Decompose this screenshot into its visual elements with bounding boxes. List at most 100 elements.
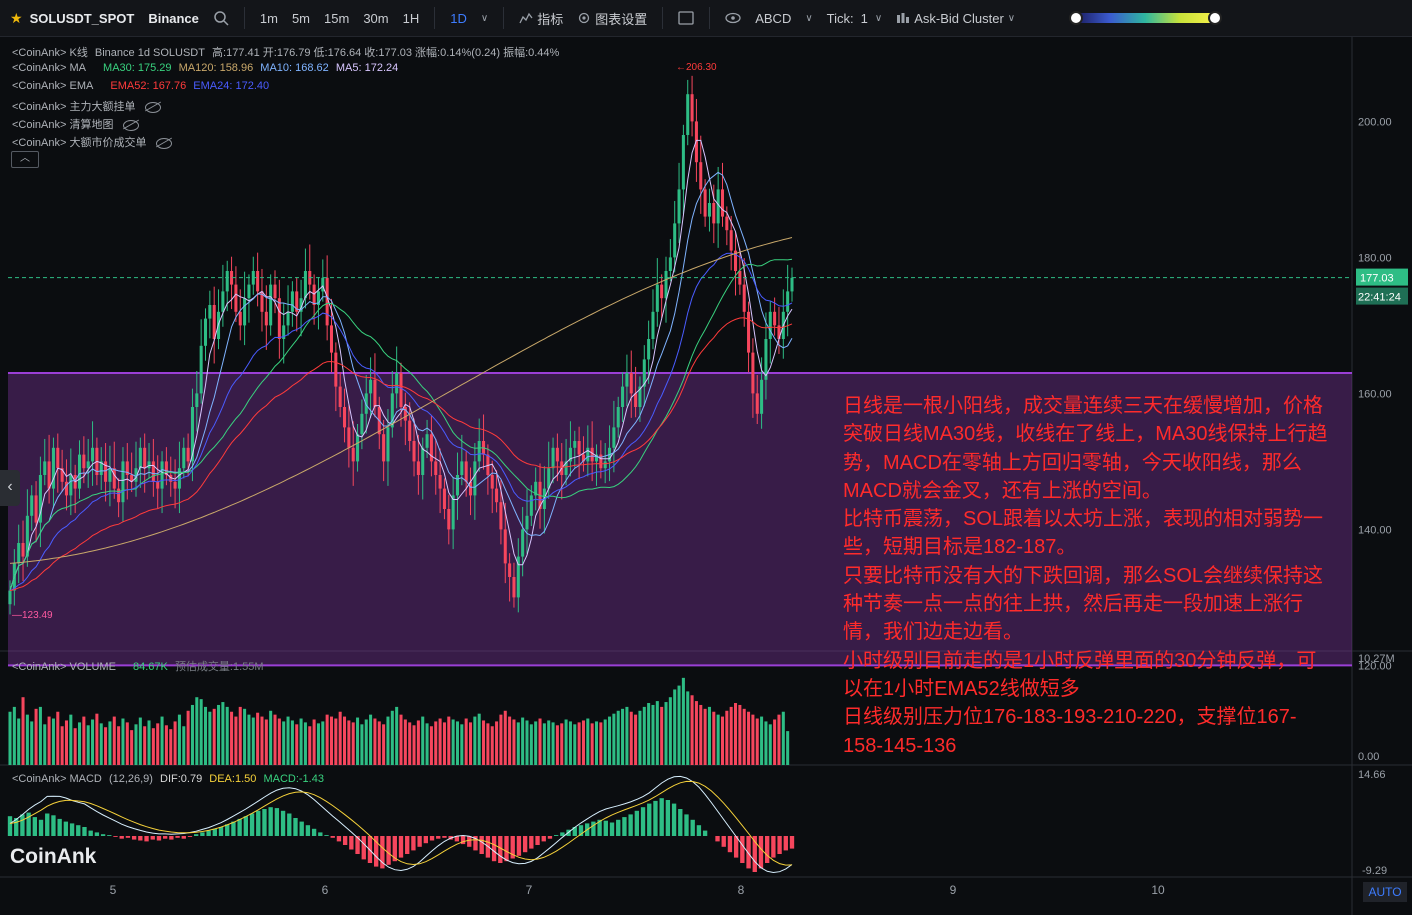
macd-hist-bar — [113, 836, 118, 837]
candle-body — [208, 305, 212, 319]
volume-bar — [608, 716, 612, 765]
drawing-dropdown-chevron-icon[interactable]: ∨ — [798, 13, 819, 24]
heatmap-gradient-slider[interactable] — [1068, 11, 1223, 25]
search-icon[interactable] — [206, 10, 236, 26]
volume-bar — [64, 720, 68, 765]
drawing-tool-select[interactable]: ABCD — [748, 11, 798, 26]
cluster-select[interactable]: Ask-Bid Cluster ∨ — [889, 11, 1022, 26]
annotation-paragraph: 只要比特币没有大的下跌回调，那么SOL会继续保持这种节奏一点一点的往上拱，然后再… — [843, 564, 1324, 644]
volume-bar — [720, 716, 725, 765]
macd-hist-bar — [529, 836, 534, 849]
macd-hist-bar — [777, 836, 782, 854]
candle-body — [681, 135, 685, 190]
collapse-sidebar-chevron-icon[interactable]: ‹ — [0, 470, 20, 506]
interval-1m[interactable]: 1m — [253, 11, 285, 26]
tick-value-select[interactable]: 1 — [861, 11, 875, 26]
candle-body — [512, 577, 516, 598]
macd-legend-prefix: <CoinAnk> MACD — [12, 773, 102, 785]
volume-bar — [673, 689, 677, 765]
macd-hist-bar — [262, 809, 267, 836]
hidden-eye-icon[interactable] — [156, 137, 173, 149]
hidden-eye-icon[interactable] — [123, 119, 140, 131]
candle-body — [586, 447, 590, 462]
candle-body — [742, 284, 746, 312]
volume-bar — [694, 701, 698, 765]
interval-5m[interactable]: 5m — [285, 11, 317, 26]
favorite-star-icon[interactable]: ★ — [0, 10, 23, 27]
volume-bar — [612, 713, 616, 765]
volume-bar — [573, 724, 577, 765]
volume-bar — [473, 716, 477, 765]
volume-bar — [707, 706, 711, 765]
chart-settings-label: 图表设置 — [595, 11, 648, 27]
volume-bar — [325, 714, 329, 765]
interval-dropdown-chevron-icon[interactable]: ∨ — [474, 13, 495, 24]
drawing-visibility-eye-icon[interactable] — [718, 12, 748, 24]
volume-bar — [138, 717, 142, 765]
macd-hist-bar — [696, 825, 702, 836]
macd-hist-bar — [7, 816, 13, 836]
candle-body — [699, 162, 703, 190]
candle-body — [408, 420, 412, 441]
macd-hist-bar — [498, 836, 503, 863]
indicators-button[interactable]: 指标 — [512, 9, 570, 28]
time-tick-label: 7 — [526, 883, 533, 897]
countdown-label: 22:41:24 — [1358, 292, 1401, 304]
candle-body — [590, 447, 594, 462]
volume-bar — [382, 724, 386, 765]
volume-bar — [134, 724, 138, 765]
candle-body — [30, 495, 34, 516]
symbol-name[interactable]: SOLUSDT_SPOT — [23, 11, 142, 26]
volume-bar — [177, 714, 181, 765]
fullscreen-icon[interactable] — [671, 11, 701, 25]
macd-hist-bar — [622, 817, 627, 836]
collapse-legend-button[interactable]: ︿ — [11, 151, 39, 168]
volume-bar — [108, 721, 112, 765]
volume-bar — [764, 721, 768, 765]
annotation-paragraph: 小时级别目前走的是1小时反弹里面的30分钟反弹，可以在1小时EMA52线做短多 — [843, 649, 1317, 700]
candle-body — [329, 325, 334, 353]
volume-bar — [364, 719, 368, 765]
volume-bar — [69, 714, 73, 765]
tick-dropdown-chevron-icon[interactable]: ∨ — [875, 13, 889, 24]
volume-bar — [343, 716, 347, 765]
candle-body — [47, 461, 51, 489]
macd-hist-bar — [727, 836, 733, 853]
macd-hist-bar — [460, 836, 466, 845]
candle-body — [773, 311, 777, 326]
macd-hist-bar — [398, 836, 404, 858]
volume-bar — [538, 718, 542, 765]
macd-hist-bar — [423, 836, 428, 844]
volume-bar — [468, 722, 473, 765]
macd-hist-bar — [516, 836, 522, 856]
volume-bar — [447, 716, 451, 765]
macd-hist-bar — [138, 836, 143, 841]
candle-body — [786, 291, 790, 312]
volume-bar — [638, 710, 642, 765]
candle-body — [369, 379, 373, 394]
chart-settings-button[interactable]: 图表设置 — [570, 9, 654, 28]
large-orders-legend: <CoinAnk> 主力大额挂单 — [12, 98, 165, 114]
macd-hist-bar — [57, 818, 62, 836]
volume-estimate: 预估成交量:1.55M — [174, 661, 264, 673]
volume-bar — [47, 716, 51, 765]
volume-bar — [147, 720, 151, 765]
hidden-eye-icon[interactable] — [145, 101, 162, 113]
volume-bar — [734, 703, 738, 765]
candle-body — [707, 203, 711, 217]
auto-scale-button[interactable]: AUTO — [1363, 882, 1407, 902]
interval-1h[interactable]: 1H — [396, 11, 427, 26]
volume-bar — [86, 725, 90, 765]
candle-body — [356, 434, 360, 462]
volume-bar — [290, 720, 294, 765]
interval-15m[interactable]: 15m — [317, 11, 356, 26]
interval-30m[interactable]: 30m — [356, 11, 395, 26]
volume-bar — [373, 718, 377, 765]
macd-hist-bar — [765, 836, 770, 863]
volume-bar — [347, 720, 351, 765]
interval-1d[interactable]: 1D — [443, 11, 474, 26]
gradient-max-handle[interactable] — [1208, 11, 1223, 25]
macd-hist-bar — [405, 836, 410, 854]
macd-hist-bar — [609, 822, 615, 836]
gradient-min-handle[interactable] — [1069, 11, 1084, 25]
